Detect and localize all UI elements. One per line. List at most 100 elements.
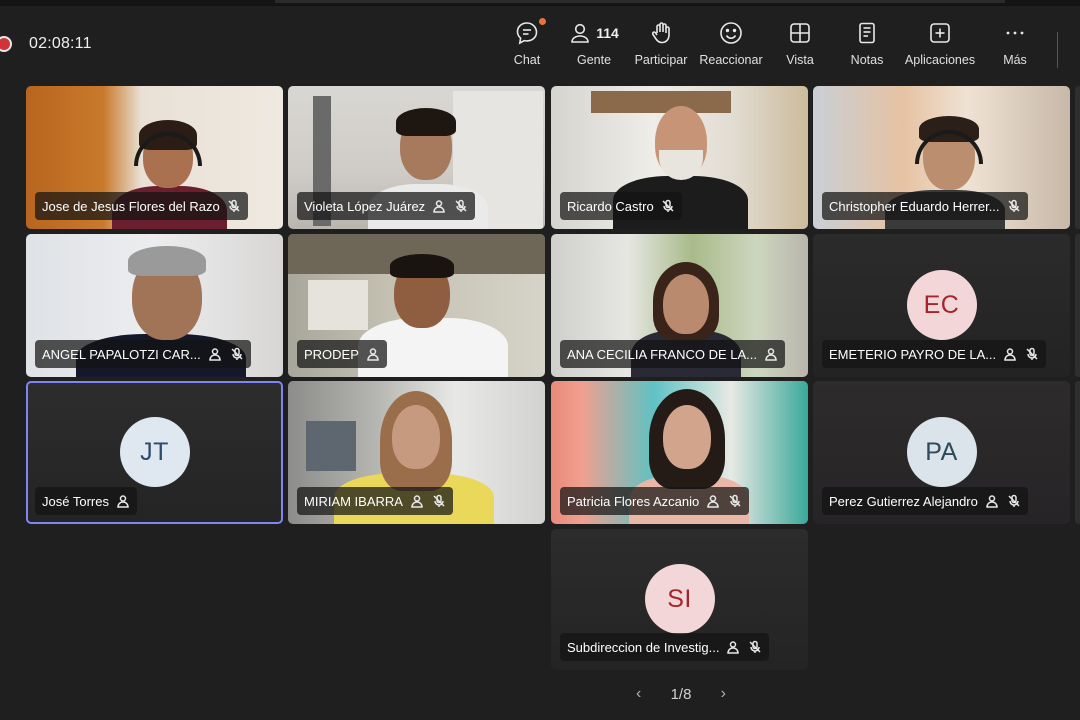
participant-name: MIRIAM IBARRA <box>304 493 403 509</box>
participant-tile-perez-gutierrez[interactable]: PA Perez Gutierrez Alejandro <box>813 381 1070 524</box>
recording-indicator-icon <box>0 36 12 52</box>
nameplate: PRODEP <box>297 340 387 368</box>
react-label: Reaccionar <box>699 53 763 67</box>
participant-tile-subdireccion[interactable]: SI Subdireccion de Investig... <box>551 529 808 670</box>
mic-off-icon <box>226 198 242 214</box>
mic-off-icon <box>747 639 763 655</box>
nameplate: Perez Gutierrez Alejandro <box>822 487 1028 515</box>
participant-name: Subdireccion de Investig... <box>567 639 720 655</box>
participant-tile-prodep[interactable]: PRODEP <box>288 234 545 377</box>
gallery-pager: ‹ 1/8 › <box>636 684 726 704</box>
chat-icon <box>514 16 546 50</box>
next-column-edge <box>1075 234 1080 377</box>
avatar: SI <box>644 564 715 634</box>
meeting-timer: 02:08:11 <box>29 35 92 52</box>
notes-button[interactable]: Notas <box>848 16 886 76</box>
participant-tile-jose-flores[interactable]: Jose de Jesus Flores del Razo <box>26 86 283 229</box>
spotlight-icon <box>365 346 381 362</box>
spotlight-icon <box>984 493 1000 509</box>
participant-name: Perez Gutierrez Alejandro <box>829 493 978 509</box>
participant-name: José Torres <box>42 493 109 509</box>
spotlight-icon <box>115 493 131 509</box>
raise-hand-button[interactable]: Participar <box>632 16 690 76</box>
more-button[interactable]: Más <box>999 16 1031 76</box>
participant-tile-angel-papalotzi[interactable]: ANGEL PAPALOTZI CAR... <box>26 234 283 377</box>
meeting-toolbar: 02:08:11 Chat 114 Gente Participar Reacc… <box>0 6 1080 80</box>
participant-tile-violeta-lopez[interactable]: Violeta López Juárez <box>288 86 545 229</box>
spotlight-icon <box>725 639 741 655</box>
participant-name: EMETERIO PAYRO DE LA... <box>829 346 997 362</box>
chevron-right-icon[interactable]: › <box>721 685 726 703</box>
participant-tile-miriam-ibarra[interactable]: MIRIAM IBARRA <box>288 381 545 524</box>
more-icon <box>1003 16 1027 50</box>
view-label: Vista <box>786 53 814 67</box>
participant-name: ANGEL PAPALOTZI CAR... <box>42 346 201 362</box>
avatar-initials: PA <box>925 437 958 466</box>
mic-off-icon <box>1006 493 1022 509</box>
nameplate: Jose de Jesus Flores del Razo <box>35 192 248 220</box>
next-column-edge <box>1075 86 1080 229</box>
smiley-icon <box>718 16 744 50</box>
nameplate: José Torres <box>35 487 137 515</box>
window-drag-bar <box>275 0 1005 3</box>
toolbar-divider <box>1057 32 1058 68</box>
spotlight-icon <box>763 346 779 362</box>
nameplate: Patricia Flores Azcanio <box>560 487 750 515</box>
participant-tile-christopher-herrera[interactable]: Christopher Eduardo Herrer... <box>813 86 1070 229</box>
mic-off-icon <box>727 493 743 509</box>
people-icon-wrap: 114 <box>569 16 619 50</box>
nameplate: MIRIAM IBARRA <box>297 487 453 515</box>
people-label: Gente <box>576 53 612 67</box>
nameplate: ANGEL PAPALOTZI CAR... <box>35 340 251 368</box>
spotlight-icon <box>1002 346 1018 362</box>
avatar-initials: EC <box>923 290 960 319</box>
nameplate: Ricardo Castro <box>560 192 682 220</box>
view-button[interactable]: Vista <box>783 16 817 76</box>
participant-tile-ricardo-castro[interactable]: Ricardo Castro <box>551 86 808 229</box>
nameplate: Subdireccion de Investig... <box>560 633 770 661</box>
chat-button[interactable]: Chat <box>508 16 546 76</box>
spotlight-icon <box>431 198 447 214</box>
chat-label: Chat <box>513 53 541 67</box>
notes-icon <box>855 16 879 50</box>
people-icon <box>571 23 590 43</box>
participant-name: Jose de Jesus Flores del Razo <box>42 198 220 214</box>
participant-name: PRODEP <box>304 346 359 362</box>
chat-unread-dot <box>539 18 546 25</box>
mic-off-icon <box>453 198 469 214</box>
mic-off-icon <box>1024 346 1040 362</box>
participant-tile-ana-cecilia-franco[interactable]: ANA CECILIA FRANCO DE LA... <box>551 234 808 377</box>
avatar: EC <box>906 270 977 340</box>
raise-hand-icon <box>648 16 674 50</box>
mic-off-icon <box>431 493 447 509</box>
participant-name: Patricia Flores Azcanio <box>567 493 700 509</box>
spotlight-icon <box>705 493 721 509</box>
notes-label: Notas <box>850 53 884 67</box>
chevron-left-icon[interactable]: ‹ <box>636 685 641 703</box>
grid-view-icon <box>788 16 812 50</box>
participant-name: Ricardo Castro <box>567 198 654 214</box>
spotlight-icon <box>409 493 425 509</box>
avatar-initials: JT <box>140 437 169 466</box>
nameplate: Violeta López Juárez <box>297 192 476 220</box>
participant-name: Christopher Eduardo Herrer... <box>829 198 1000 214</box>
nameplate: Christopher Eduardo Herrer... <box>822 192 1028 220</box>
participant-tile-emeterio-payro[interactable]: EC EMETERIO PAYRO DE LA... <box>813 234 1070 377</box>
people-button[interactable]: 114 Gente <box>568 16 620 76</box>
mic-off-icon <box>229 346 245 362</box>
apps-button[interactable]: Aplicaciones <box>902 16 978 76</box>
mic-off-icon <box>1006 198 1022 214</box>
apps-label: Aplicaciones <box>904 53 976 67</box>
participant-tile-patricia-flores[interactable]: Patricia Flores Azcanio <box>551 381 808 524</box>
people-count: 114 <box>596 25 619 41</box>
add-apps-icon <box>928 16 952 50</box>
raise-hand-label: Participar <box>634 53 688 67</box>
participant-tile-jose-torres[interactable]: JT José Torres <box>26 381 283 524</box>
mic-off-icon <box>660 198 676 214</box>
avatar: JT <box>119 417 190 487</box>
more-label: Más <box>1003 53 1027 67</box>
avatar-initials: SI <box>667 584 692 613</box>
participant-name: ANA CECILIA FRANCO DE LA... <box>567 346 757 362</box>
nameplate: EMETERIO PAYRO DE LA... <box>822 340 1047 368</box>
react-button[interactable]: Reaccionar <box>699 16 763 76</box>
